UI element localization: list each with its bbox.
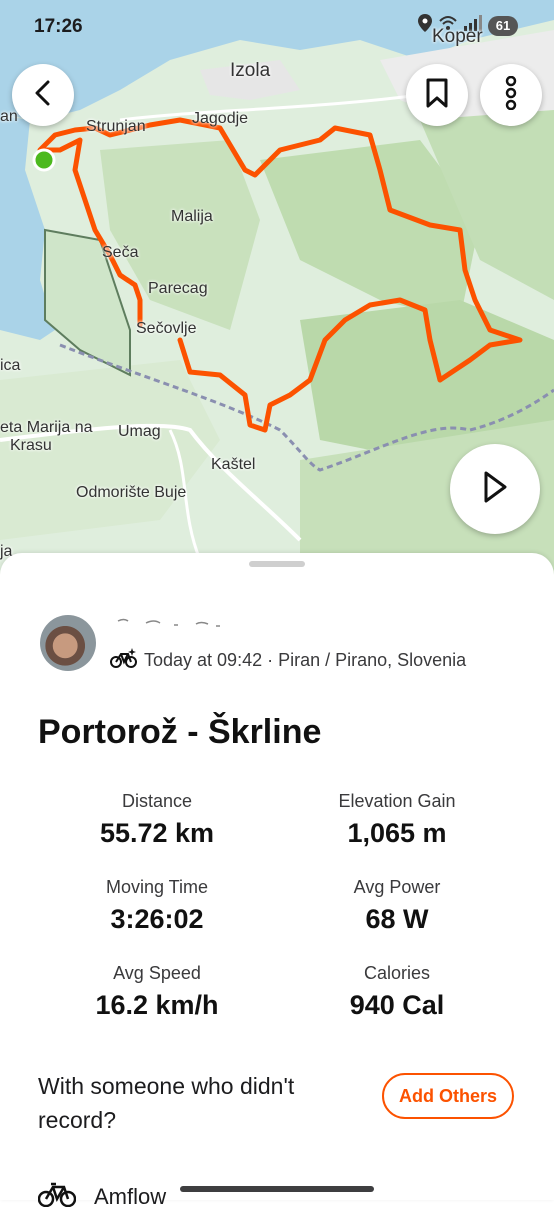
bike-sparkle-icon xyxy=(110,647,138,674)
stat-calories: Calories 940 Cal xyxy=(277,963,517,1021)
stat-value: 16.2 km/h xyxy=(95,990,219,1020)
battery-indicator: 61 xyxy=(488,15,518,36)
map-label-kastel: Kaštel xyxy=(211,456,256,473)
bike-icon xyxy=(37,1181,77,1213)
stat-moving-time: Moving Time 3:26:02 xyxy=(37,877,277,935)
stat-value: 3:26:02 xyxy=(110,904,204,934)
back-button[interactable] xyxy=(12,64,74,126)
sheet-drag-handle[interactable] xyxy=(249,561,305,567)
map-label-ica: ica xyxy=(0,357,21,374)
stat-label: Distance xyxy=(121,791,193,811)
map-label-jagodje: Jagodje xyxy=(192,110,249,127)
stat-label: Elevation Gain xyxy=(338,791,456,811)
map-label-krasu: Krasu xyxy=(10,437,52,454)
stat-label: Avg Speed xyxy=(113,963,201,983)
gear-row[interactable]: Amflow xyxy=(37,1181,167,1213)
bookmark-icon xyxy=(425,78,449,113)
stat-value: 1,065 m xyxy=(347,818,447,848)
stat-label: Moving Time xyxy=(105,877,209,897)
activity-sheet: Today at 09:42 · Piran / Pirano, Sloveni… xyxy=(0,553,554,1209)
add-others-button[interactable]: Add Others xyxy=(382,1073,514,1119)
map-label-umag: Umag xyxy=(118,423,161,440)
map-label-koper: Koper xyxy=(432,26,483,47)
map-label-izola: Izola xyxy=(230,60,271,81)
chevron-left-icon xyxy=(33,80,53,111)
stat-avg-power: Avg Power 68 W xyxy=(277,877,517,935)
play-icon xyxy=(481,470,509,509)
stat-value: 55.72 km xyxy=(99,818,215,848)
athlete-name-redacted xyxy=(116,615,226,634)
stat-avg-speed: Avg Speed 16.2 km/h xyxy=(37,963,277,1021)
activity-meta-text: Today at 09:42 · Piran / Pirano, Sloveni… xyxy=(144,650,467,670)
map-label-parecag: Parecag xyxy=(148,280,208,297)
avatar[interactable] xyxy=(40,615,96,671)
activity-meta: Today at 09:42 · Piran / Pirano, Sloveni… xyxy=(110,647,466,674)
stat-label: Calories xyxy=(363,963,431,983)
home-indicator[interactable] xyxy=(180,1186,374,1192)
map-label-malija: Malija xyxy=(171,208,213,225)
status-time: 17:26 xyxy=(34,16,83,37)
map-label-odmoriste-buje: Odmorište Buje xyxy=(76,484,187,501)
stat-value: 940 Cal xyxy=(349,990,445,1020)
play-flyover-button[interactable] xyxy=(450,444,540,534)
more-vertical-icon xyxy=(504,75,518,115)
route-map[interactable]: 17:26 61 Koper Izola Strunjan Jagodje Ma… xyxy=(0,0,554,575)
stat-value: 68 W xyxy=(365,904,429,934)
bookmark-button[interactable] xyxy=(406,64,468,126)
map-label-marija: eta Marija na xyxy=(0,419,93,436)
gear-label: Amflow xyxy=(94,1184,167,1209)
activity-title: Portorož - Škrline xyxy=(38,713,322,751)
map-label-seca: Sečа xyxy=(102,244,139,261)
with-others-question: With someone who didn't record? xyxy=(38,1073,295,1133)
stat-distance: Distance 55.72 km xyxy=(37,791,277,849)
map-label-an: an xyxy=(0,108,18,125)
location-icon xyxy=(418,14,432,37)
map-label-strunjan: Strunjan xyxy=(86,118,146,135)
stat-label: Avg Power xyxy=(353,877,441,897)
more-options-button[interactable] xyxy=(480,64,542,126)
map-label-secovlje: Sečovlje xyxy=(136,320,197,337)
stat-elevation-gain: Elevation Gain 1,065 m xyxy=(277,791,517,849)
